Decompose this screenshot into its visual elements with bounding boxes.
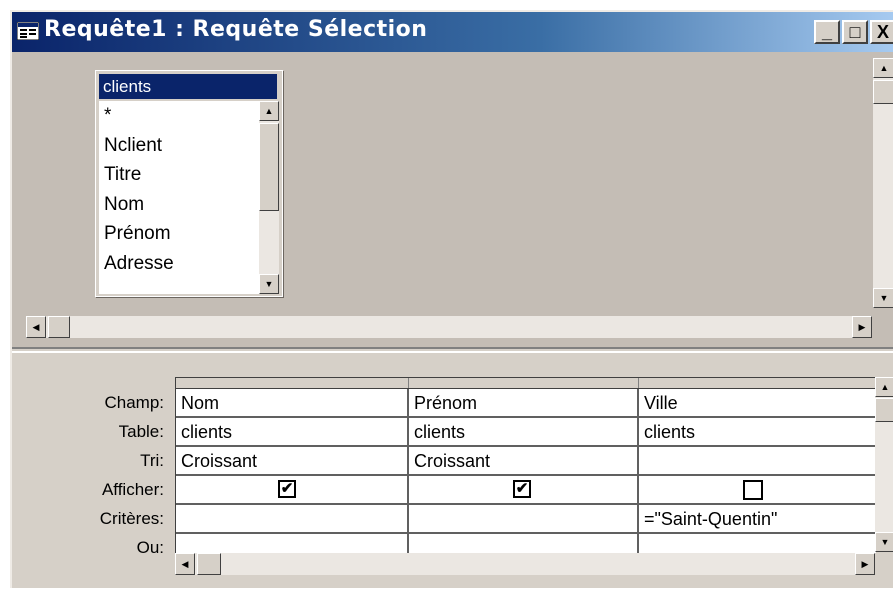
scroll-right-icon[interactable]: ▶ bbox=[855, 553, 875, 575]
scroll-left-icon[interactable]: ◀ bbox=[26, 316, 46, 338]
scroll-thumb[interactable] bbox=[197, 553, 221, 575]
row-label-criteres: Critères: bbox=[99, 509, 164, 528]
row-label-table: Table: bbox=[118, 422, 164, 441]
cell-afficher-1: ✔ bbox=[176, 476, 409, 505]
window-title: Requête1 : Requête Sélection bbox=[44, 17, 428, 42]
scroll-down-icon[interactable]: ▼ bbox=[875, 532, 893, 552]
query-design-grid: Nom clients Croissant ✔ Prénom clients C… bbox=[175, 377, 876, 563]
scroll-left-icon[interactable]: ◀ bbox=[175, 553, 195, 575]
cell-criteres-2[interactable] bbox=[409, 505, 639, 534]
table-pane: clients * Nclient Titre Nom Prénom Adres… bbox=[12, 52, 893, 347]
field-item-prenom[interactable]: Prénom bbox=[99, 219, 259, 249]
afficher-checkbox-3[interactable] bbox=[743, 480, 763, 500]
row-label-champ: Champ: bbox=[104, 393, 164, 412]
cell-criteres-3[interactable]: ="Saint-Quentin" bbox=[639, 505, 876, 534]
scroll-thumb[interactable] bbox=[259, 123, 279, 211]
grid-horizontal-scrollbar[interactable]: ◀ ▶ bbox=[175, 553, 875, 575]
query-icon bbox=[17, 22, 39, 40]
cell-afficher-2: ✔ bbox=[409, 476, 639, 505]
scroll-thumb[interactable] bbox=[873, 80, 893, 104]
cell-tri-1[interactable]: Croissant bbox=[176, 447, 409, 476]
scroll-down-icon[interactable]: ▼ bbox=[259, 274, 279, 294]
afficher-checkbox-1[interactable]: ✔ bbox=[278, 480, 296, 498]
query-grid-pane: Champ: Table: Tri: Afficher: Critères: O… bbox=[12, 353, 893, 588]
table-pane-horizontal-scrollbar[interactable]: ◀ ▶ bbox=[26, 316, 872, 338]
scroll-thumb[interactable] bbox=[48, 316, 70, 338]
column-selector[interactable] bbox=[639, 378, 876, 388]
field-list-scrollbar[interactable]: ▲ ▼ bbox=[259, 101, 279, 294]
column-selector[interactable] bbox=[176, 378, 409, 388]
query-window: Requête1 : Requête Sélection _ □ X clien… bbox=[10, 10, 893, 588]
scroll-thumb[interactable] bbox=[875, 398, 893, 422]
cell-afficher-3 bbox=[639, 476, 876, 505]
table-pane-vertical-scrollbar[interactable]: ▲ ▼ bbox=[873, 58, 893, 308]
cell-table-2[interactable]: clients bbox=[409, 418, 639, 447]
cell-champ-3[interactable]: Ville bbox=[639, 389, 876, 418]
scroll-up-icon[interactable]: ▲ bbox=[873, 58, 893, 78]
scroll-up-icon[interactable]: ▲ bbox=[875, 377, 893, 397]
cell-champ-2[interactable]: Prénom bbox=[409, 389, 639, 418]
cell-tri-3[interactable] bbox=[639, 447, 876, 476]
cell-table-1[interactable]: clients bbox=[176, 418, 409, 447]
cell-tri-2[interactable]: Croissant bbox=[409, 447, 639, 476]
field-item-adresse[interactable]: Adresse bbox=[99, 249, 259, 279]
table-box-title[interactable]: clients bbox=[99, 74, 277, 99]
column-selector[interactable] bbox=[409, 378, 639, 388]
scroll-down-icon[interactable]: ▼ bbox=[873, 288, 893, 308]
close-button[interactable]: X bbox=[870, 20, 893, 44]
cell-champ-1[interactable]: Nom bbox=[176, 389, 409, 418]
field-item-nclient[interactable]: Nclient bbox=[99, 131, 259, 161]
cell-table-3[interactable]: clients bbox=[639, 418, 876, 447]
scroll-right-icon[interactable]: ▶ bbox=[852, 316, 872, 338]
column-selector-bar bbox=[176, 378, 876, 389]
field-item-titre[interactable]: Titre bbox=[99, 160, 259, 190]
field-list: * Nclient Titre Nom Prénom Adresse bbox=[99, 101, 259, 294]
cell-criteres-1[interactable] bbox=[176, 505, 409, 534]
title-bar[interactable]: Requête1 : Requête Sélection _ □ X bbox=[12, 12, 893, 52]
clients-table-box[interactable]: clients * Nclient Titre Nom Prénom Adres… bbox=[95, 70, 283, 297]
grid-vertical-scrollbar[interactable]: ▲ ▼ bbox=[875, 377, 893, 552]
scroll-up-icon[interactable]: ▲ bbox=[259, 101, 279, 121]
field-item-all[interactable]: * bbox=[99, 101, 259, 131]
maximize-button[interactable]: □ bbox=[842, 20, 868, 44]
row-label-ou: Ou: bbox=[136, 538, 164, 557]
minimize-button[interactable]: _ bbox=[814, 20, 840, 44]
row-label-tri: Tri: bbox=[140, 451, 164, 470]
field-item-nom[interactable]: Nom bbox=[99, 190, 259, 220]
afficher-checkbox-2[interactable]: ✔ bbox=[513, 480, 531, 498]
row-label-afficher: Afficher: bbox=[101, 480, 164, 499]
